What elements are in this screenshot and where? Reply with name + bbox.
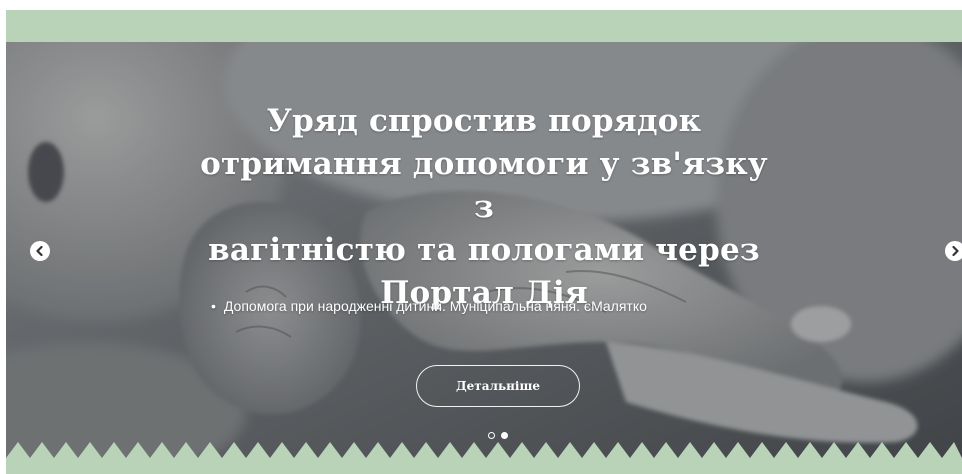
- slide-title: Уряд спростив порядок отримання допомоги…: [186, 100, 782, 315]
- chevron-left-icon: [36, 245, 43, 257]
- slide-title-line: вагітністю та пологами через: [208, 232, 760, 268]
- hero-slider: Уряд спростив порядок отримання допомоги…: [6, 42, 962, 474]
- zigzag-border: [6, 442, 962, 474]
- chevron-right-icon: [952, 245, 959, 257]
- slider-prev-button[interactable]: [30, 241, 50, 261]
- page: Уряд спростив порядок отримання допомоги…: [0, 0, 962, 474]
- slide-title-line: Уряд спростив порядок: [266, 103, 702, 139]
- slide-tags: • Допомога при народженні дитини. Муніцип…: [211, 296, 751, 316]
- slide-tags-text: Допомога при народженні дитини. Муніципа…: [223, 298, 647, 314]
- slide-title-line: отримання допомоги у зв'язку з: [200, 146, 768, 225]
- header-band: [6, 10, 962, 42]
- bullet-icon: •: [211, 298, 216, 314]
- details-button[interactable]: Детальніше: [416, 365, 580, 407]
- slider-next-button[interactable]: [945, 241, 962, 261]
